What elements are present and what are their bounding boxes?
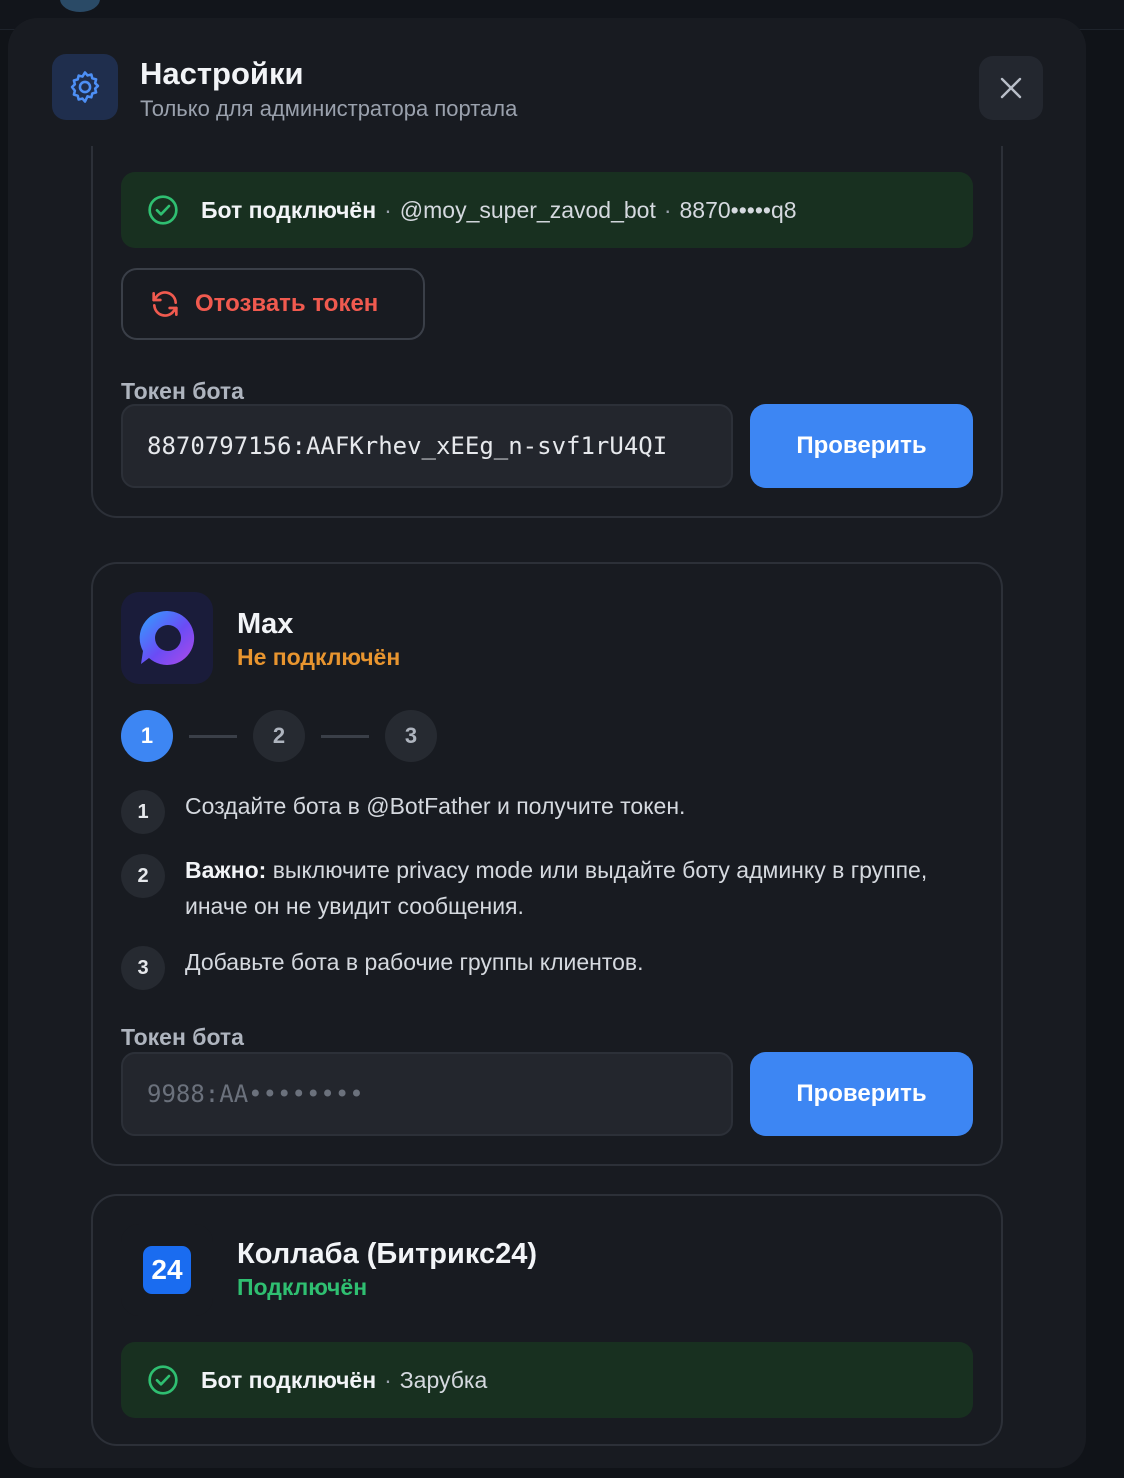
max-name: Max: [237, 608, 294, 640]
stepper-step-3[interactable]: 3: [385, 710, 437, 762]
max-logo: [121, 592, 213, 684]
check-circle-icon: [147, 1364, 179, 1396]
check-circle-icon: [147, 194, 179, 226]
kollaba-status-banner: Бот подключён · Зарубка: [121, 1342, 973, 1418]
banner-status-text: Бот подключён: [201, 1366, 377, 1393]
close-button[interactable]: [979, 56, 1043, 120]
kollaba-status: Подключён: [237, 1274, 368, 1300]
instruction-number: 2: [121, 854, 165, 898]
revoke-token-button[interactable]: Отозвать токен: [121, 268, 425, 340]
stepper-connector: [321, 735, 369, 738]
revoke-token-label: Отозвать токен: [195, 290, 379, 317]
banner-separator: ·: [663, 196, 672, 223]
stepper-step-1[interactable]: 1: [121, 710, 173, 762]
kollaba-logo: 24: [121, 1224, 213, 1316]
telegram-card: Бот подключён · @moy_super_zavod_bot · 8…: [91, 146, 1003, 518]
kollaba-name: Коллаба (Битрикс24): [237, 1238, 538, 1270]
stepper-step-2[interactable]: 2: [253, 710, 305, 762]
banner-value: Зарубка: [399, 1366, 488, 1393]
token-field-label: Токен бота: [121, 378, 244, 404]
max-token-input[interactable]: [121, 1052, 733, 1136]
instruction-number: 3: [121, 946, 165, 990]
instruction-text-body: Добавьте бота в рабочие группы клиентов.: [185, 949, 644, 975]
instruction-text: Создайте бота в @BotFather и получите то…: [185, 788, 965, 824]
stepper-connector: [189, 735, 237, 738]
close-icon: [999, 76, 1023, 100]
instruction-text: Добавьте бота в рабочие группы клиентов.: [185, 944, 965, 980]
telegram-check-button[interactable]: Проверить: [750, 404, 973, 488]
banner-separator: ·: [384, 196, 392, 223]
instruction-text-body: Создайте бота в @BotFather и получите то…: [185, 793, 686, 819]
instruction-text-body: выключите privacy mode или выдайте боту …: [185, 857, 928, 919]
max-check-button[interactable]: Проверить: [750, 1052, 973, 1136]
max-logo-icon: [139, 610, 195, 665]
modal-header: Настройки Только для администратора порт…: [8, 18, 1086, 146]
modal-subtitle: Только для администратора портала: [140, 96, 518, 121]
bitrix24-logo-text: 24: [151, 1254, 183, 1285]
banner-separator: ·: [384, 1366, 392, 1393]
banner-bot-username: @moy_super_zavod_bot: [399, 196, 656, 223]
instruction-number: 1: [121, 790, 165, 834]
telegram-status-banner: Бот подключён · @moy_super_zavod_bot · 8…: [121, 172, 973, 248]
modal-scroll-area[interactable]: Бот подключён · @moy_super_zavod_bot · 8…: [8, 146, 1086, 1468]
gear-icon: [52, 54, 118, 120]
bitrix24-logo-icon: 24: [143, 1246, 191, 1294]
max-card: Max Не подключён 1 2 3 1 Создайте бота в…: [91, 562, 1003, 1166]
telegram-token-input[interactable]: [121, 404, 733, 488]
banner-status-text: Бот подключён: [201, 196, 377, 223]
kollaba-card: 24 Коллаба (Битрикс24) Подключён Бот под…: [91, 1194, 1003, 1446]
refresh-icon: [149, 288, 181, 320]
token-field-label: Токен бота: [121, 1024, 244, 1050]
max-status: Не подключён: [237, 644, 401, 670]
modal-title: Настройки: [140, 56, 304, 91]
banner-token-mask: 8870•••••q8: [679, 196, 797, 223]
instruction-important-label: Важно:: [185, 857, 267, 883]
settings-modal: Настройки Только для администратора порт…: [8, 18, 1086, 1468]
instruction-text: Важно: выключите privacy mode или выдайт…: [185, 852, 965, 924]
